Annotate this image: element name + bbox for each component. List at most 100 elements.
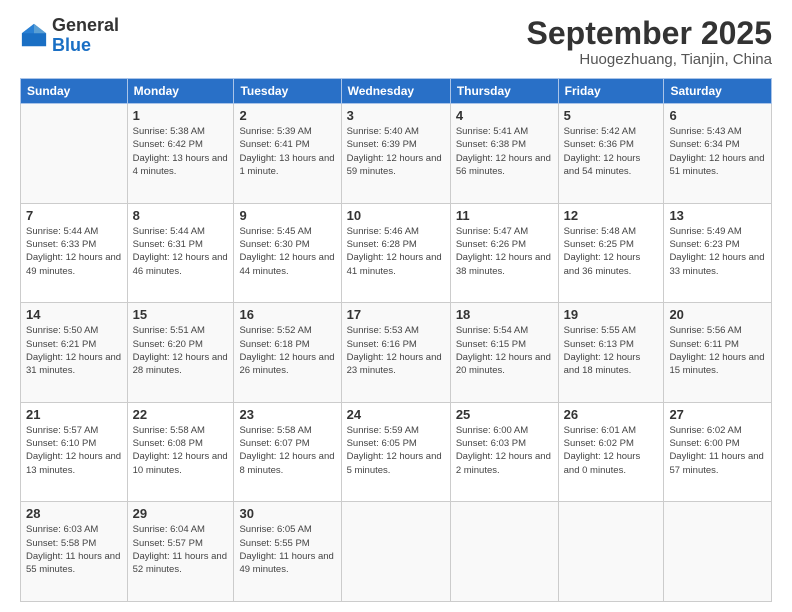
calendar-cell [341,502,450,602]
calendar-week-row: 7 Sunrise: 5:44 AMSunset: 6:33 PMDaylight… [21,203,772,303]
day-number: 19 [564,307,659,322]
day-info: Sunrise: 5:52 AMSunset: 6:18 PMDaylight:… [239,324,335,377]
day-number: 11 [456,208,553,223]
logo: General Blue [20,16,119,56]
day-number: 23 [239,407,335,422]
calendar-cell: 21Sunrise: 5:57 AMSunset: 6:10 PMDayligh… [21,402,128,502]
day-info: Sunrise: 5:38 AMSunset: 6:42 PMDaylight:… [133,125,229,178]
title-block: September 2025 Huogezhuang, Tianjin, Chi… [527,16,772,68]
day-number: 7 [26,208,122,223]
calendar-cell: 14 Sunrise: 5:50 AMSunset: 6:21 PMDayligh… [21,303,128,403]
day-number: 24 [347,407,445,422]
day-number: 5 [564,108,659,123]
day-info: Sunrise: 6:02 AMSunset: 6:00 PMDaylight:… [669,424,766,477]
day-info: Sunrise: 5:48 AMSunset: 6:25 PMDaylight:… [564,225,659,278]
day-number: 13 [669,208,766,223]
calendar-cell: 1 Sunrise: 5:38 AMSunset: 6:42 PMDaylight… [127,104,234,204]
calendar-cell: 11 Sunrise: 5:47 AMSunset: 6:26 PMDayligh… [450,203,558,303]
calendar-cell: 8Sunrise: 5:44 AMSunset: 6:31 PMDaylight… [127,203,234,303]
day-info: Sunrise: 5:51 AMSunset: 6:20 PMDaylight:… [133,324,229,377]
calendar-cell: 25 Sunrise: 6:00 AMSunset: 6:03 PMDayligh… [450,402,558,502]
day-info: Sunrise: 5:47 AMSunset: 6:26 PMDaylight:… [456,225,553,278]
calendar-cell: 15 Sunrise: 5:51 AMSunset: 6:20 PMDayligh… [127,303,234,403]
day-number: 27 [669,407,766,422]
day-info: Sunrise: 5:43 AMSunset: 6:34 PMDaylight:… [669,125,766,178]
day-number: 18 [456,307,553,322]
weekday-header-thursday: Thursday [450,79,558,104]
weekday-header-sunday: Sunday [21,79,128,104]
day-info: Sunrise: 6:01 AMSunset: 6:02 PMDaylight:… [564,424,659,477]
weekday-header-wednesday: Wednesday [341,79,450,104]
calendar-cell: 6 Sunrise: 5:43 AMSunset: 6:34 PMDaylight… [664,104,772,204]
day-number: 6 [669,108,766,123]
day-info: Sunrise: 5:39 AMSunset: 6:41 PMDaylight:… [239,125,335,178]
calendar-cell: 10 Sunrise: 5:46 AMSunset: 6:28 PMDayligh… [341,203,450,303]
day-number: 4 [456,108,553,123]
calendar-cell: 3 Sunrise: 5:40 AMSunset: 6:39 PMDaylight… [341,104,450,204]
day-info: Sunrise: 5:58 AMSunset: 6:08 PMDaylight:… [133,424,229,477]
day-number: 14 [26,307,122,322]
day-number: 17 [347,307,445,322]
day-number: 3 [347,108,445,123]
calendar-cell: 4 Sunrise: 5:41 AMSunset: 6:38 PMDaylight… [450,104,558,204]
day-info: Sunrise: 5:44 AMSunset: 6:33 PMDaylight:… [26,225,122,278]
calendar-cell [21,104,128,204]
day-number: 8 [133,208,229,223]
logo-general-text: General [52,16,119,36]
day-info: Sunrise: 5:40 AMSunset: 6:39 PMDaylight:… [347,125,445,178]
header: General Blue September 2025 Huogezhuang,… [20,16,772,68]
calendar-cell: 28 Sunrise: 6:03 AMSunset: 5:58 PMDayligh… [21,502,128,602]
day-info: Sunrise: 5:41 AMSunset: 6:38 PMDaylight:… [456,125,553,178]
calendar-cell [450,502,558,602]
day-number: 15 [133,307,229,322]
day-info: Sunrise: 5:59 AMSunset: 6:05 PMDaylight:… [347,424,445,477]
calendar-cell: 17 Sunrise: 5:53 AMSunset: 6:16 PMDayligh… [341,303,450,403]
calendar-week-row: 1 Sunrise: 5:38 AMSunset: 6:42 PMDaylight… [21,104,772,204]
calendar-cell: 26 Sunrise: 6:01 AMSunset: 6:02 PMDayligh… [558,402,664,502]
day-info: Sunrise: 6:00 AMSunset: 6:03 PMDaylight:… [456,424,553,477]
calendar-cell [664,502,772,602]
day-info: Sunrise: 5:49 AMSunset: 6:23 PMDaylight:… [669,225,766,278]
day-number: 9 [239,208,335,223]
calendar-cell: 7 Sunrise: 5:44 AMSunset: 6:33 PMDaylight… [21,203,128,303]
day-info: Sunrise: 5:53 AMSunset: 6:16 PMDaylight:… [347,324,445,377]
logo-icon [20,22,48,50]
weekday-header-monday: Monday [127,79,234,104]
weekday-header-tuesday: Tuesday [234,79,341,104]
calendar-cell: 22 Sunrise: 5:58 AMSunset: 6:08 PMDayligh… [127,402,234,502]
day-info: Sunrise: 6:03 AMSunset: 5:58 PMDaylight:… [26,523,122,576]
calendar-cell: 13 Sunrise: 5:49 AMSunset: 6:23 PMDayligh… [664,203,772,303]
day-info: Sunrise: 5:46 AMSunset: 6:28 PMDaylight:… [347,225,445,278]
calendar-week-row: 21Sunrise: 5:57 AMSunset: 6:10 PMDayligh… [21,402,772,502]
calendar-cell: 30 Sunrise: 6:05 AMSunset: 5:55 PMDayligh… [234,502,341,602]
calendar-cell: 27 Sunrise: 6:02 AMSunset: 6:00 PMDayligh… [664,402,772,502]
logo-text: General Blue [52,16,119,56]
day-number: 12 [564,208,659,223]
weekday-header-row: SundayMondayTuesdayWednesdayThursdayFrid… [21,79,772,104]
day-number: 1 [133,108,229,123]
day-number: 28 [26,506,122,521]
day-number: 26 [564,407,659,422]
calendar-cell [558,502,664,602]
calendar-cell: 16 Sunrise: 5:52 AMSunset: 6:18 PMDayligh… [234,303,341,403]
month-title: September 2025 [527,16,772,51]
calendar-cell: 18Sunrise: 5:54 AMSunset: 6:15 PMDayligh… [450,303,558,403]
day-info: Sunrise: 5:50 AMSunset: 6:21 PMDaylight:… [26,324,122,377]
day-number: 16 [239,307,335,322]
day-info: Sunrise: 6:05 AMSunset: 5:55 PMDaylight:… [239,523,335,576]
day-number: 30 [239,506,335,521]
day-info: Sunrise: 5:58 AMSunset: 6:07 PMDaylight:… [239,424,335,477]
calendar-cell: 19 Sunrise: 5:55 AMSunset: 6:13 PMDayligh… [558,303,664,403]
day-info: Sunrise: 5:55 AMSunset: 6:13 PMDaylight:… [564,324,659,377]
location-subtitle: Huogezhuang, Tianjin, China [527,51,772,68]
day-number: 25 [456,407,553,422]
day-number: 20 [669,307,766,322]
day-number: 22 [133,407,229,422]
logo-blue-text: Blue [52,36,119,56]
day-number: 10 [347,208,445,223]
day-number: 21 [26,407,122,422]
calendar-cell: 9Sunrise: 5:45 AMSunset: 6:30 PMDaylight… [234,203,341,303]
day-info: Sunrise: 5:56 AMSunset: 6:11 PMDaylight:… [669,324,766,377]
day-number: 2 [239,108,335,123]
calendar-cell: 29Sunrise: 6:04 AMSunset: 5:57 PMDayligh… [127,502,234,602]
